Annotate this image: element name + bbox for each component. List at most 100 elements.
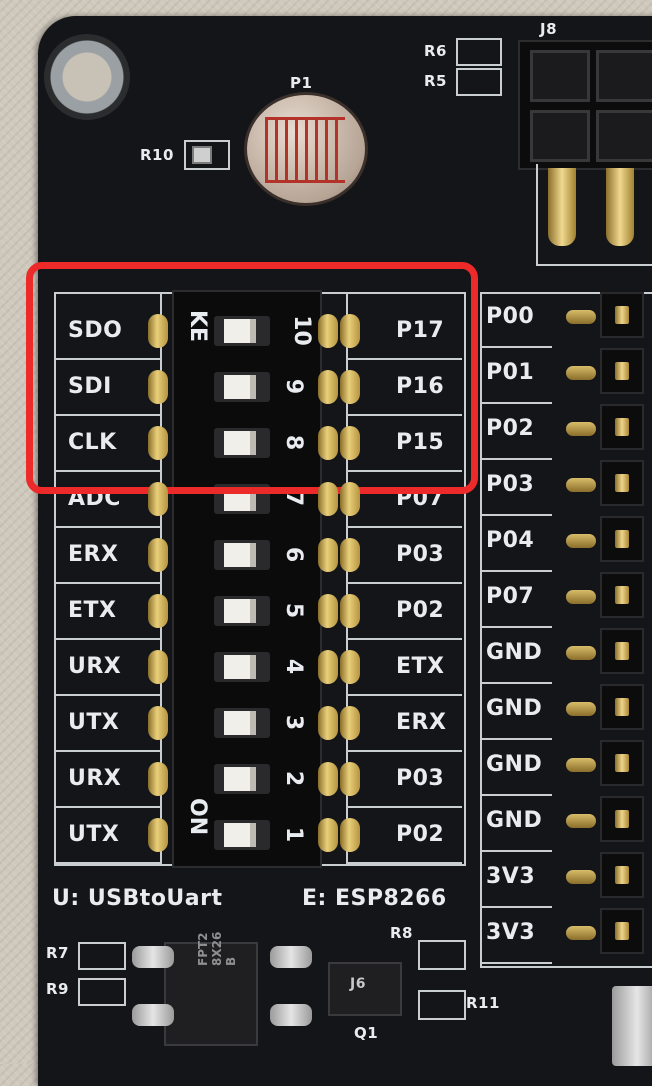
header-pin-label: P02 — [486, 416, 535, 441]
header-pin[interactable] — [600, 460, 644, 506]
r8-outline — [418, 940, 466, 970]
dip-toggle-knob — [224, 823, 256, 847]
header-pin[interactable] — [600, 684, 644, 730]
header-solder-pin — [566, 814, 596, 828]
header-pin-label: GND — [486, 640, 543, 665]
photoresistor-p1 — [244, 92, 368, 206]
header-pin-label: P03 — [486, 472, 535, 497]
dip-position-number: 2 — [281, 770, 307, 787]
right-pin-label: ERX — [396, 710, 447, 735]
designator-p1: P1 — [290, 74, 313, 92]
left-pin-label: UTX — [68, 710, 120, 735]
header-solder-pin — [566, 422, 596, 436]
designator-r8: R8 — [390, 924, 413, 942]
solder-pad — [340, 594, 360, 628]
highlight-box — [26, 262, 478, 494]
right-pin-label: ETX — [396, 654, 445, 679]
header-pin[interactable] — [600, 796, 644, 842]
r7-outline — [78, 942, 126, 970]
dip-toggle-knob — [224, 543, 256, 567]
ic-tab — [270, 946, 312, 968]
solder-pad — [148, 650, 168, 684]
solder-pad — [318, 818, 338, 852]
solder-pad — [318, 762, 338, 796]
solder-pad — [318, 482, 338, 516]
ic-tab — [270, 1004, 312, 1026]
solder-pad — [318, 426, 338, 460]
designator-r9: R9 — [46, 980, 69, 998]
r11-outline — [418, 990, 466, 1020]
right-pin-label: P02 — [396, 598, 445, 623]
dip-toggle-knob — [224, 767, 256, 791]
dip-on-label: ON — [185, 798, 210, 836]
header-solder-pin — [566, 478, 596, 492]
header-pin[interactable] — [600, 740, 644, 786]
dip-toggle-knob — [224, 711, 256, 735]
designator-j6: J6 — [350, 976, 366, 992]
left-pin-label: URX — [68, 766, 122, 791]
dip-position-number: 3 — [281, 714, 307, 731]
r5-outline — [456, 68, 502, 96]
header-pin[interactable] — [600, 292, 644, 338]
dip-toggle[interactable] — [214, 708, 270, 738]
solder-pad — [148, 426, 168, 460]
legend-e: E: ESP8266 — [302, 886, 447, 911]
dip-position-number: 4 — [281, 658, 307, 675]
right-pin-label: P03 — [396, 766, 445, 791]
solder-pad — [318, 370, 338, 404]
header-solder-pin — [566, 702, 596, 716]
r9-outline — [78, 978, 126, 1006]
left-pin-label: ERX — [68, 542, 119, 567]
header-pin[interactable] — [600, 852, 644, 898]
solder-pad — [318, 706, 338, 740]
solder-pad — [318, 650, 338, 684]
header-solder-pin — [566, 646, 596, 660]
header-pin-label: GND — [486, 752, 543, 777]
header-pin[interactable] — [600, 908, 644, 954]
header-pin-label: P00 — [486, 304, 535, 329]
ic-tab — [132, 946, 174, 968]
ic-tab — [132, 1004, 174, 1026]
dip-toggle-knob — [224, 655, 256, 679]
solder-pad — [340, 314, 360, 348]
solder-pad — [340, 762, 360, 796]
dip-toggle[interactable] — [214, 764, 270, 794]
left-pin-label: URX — [68, 654, 122, 679]
designator-r7: R7 — [46, 944, 69, 962]
dip-toggle[interactable] — [214, 820, 270, 850]
header-pin[interactable] — [600, 348, 644, 394]
dip-toggle-knob — [224, 599, 256, 623]
solder-pad — [340, 482, 360, 516]
solder-pad — [148, 762, 168, 796]
r6-outline — [456, 38, 502, 66]
solder-pad — [340, 818, 360, 852]
solder-pad — [148, 370, 168, 404]
designator-r6: R6 — [424, 42, 447, 60]
designator-j8: J8 — [540, 20, 558, 38]
header-pin-label: P01 — [486, 360, 535, 385]
header-pin[interactable] — [600, 404, 644, 450]
dip-toggle[interactable] — [214, 540, 270, 570]
header-pin[interactable] — [600, 628, 644, 674]
solder-pad — [318, 314, 338, 348]
r10-pad — [192, 146, 212, 164]
solder-pad — [148, 594, 168, 628]
right-pin-label: P02 — [396, 822, 445, 847]
solder-pad — [340, 538, 360, 572]
header-pin[interactable] — [600, 572, 644, 618]
solder-pad — [340, 426, 360, 460]
designator-r5: R5 — [424, 72, 447, 90]
solder-pad — [340, 650, 360, 684]
dip-position-number: 1 — [281, 826, 307, 843]
ic-marking: FPT2 8X26 B — [196, 931, 238, 966]
header-solder-pin — [566, 310, 596, 324]
header-solder-pin — [566, 366, 596, 380]
solder-pad — [318, 538, 338, 572]
header-pin-label: P04 — [486, 528, 535, 553]
dip-toggle[interactable] — [214, 652, 270, 682]
solder-pad — [148, 706, 168, 740]
designator-q1: Q1 — [354, 1024, 379, 1042]
connector-edge — [612, 986, 652, 1066]
dip-toggle[interactable] — [214, 596, 270, 626]
header-pin[interactable] — [600, 516, 644, 562]
